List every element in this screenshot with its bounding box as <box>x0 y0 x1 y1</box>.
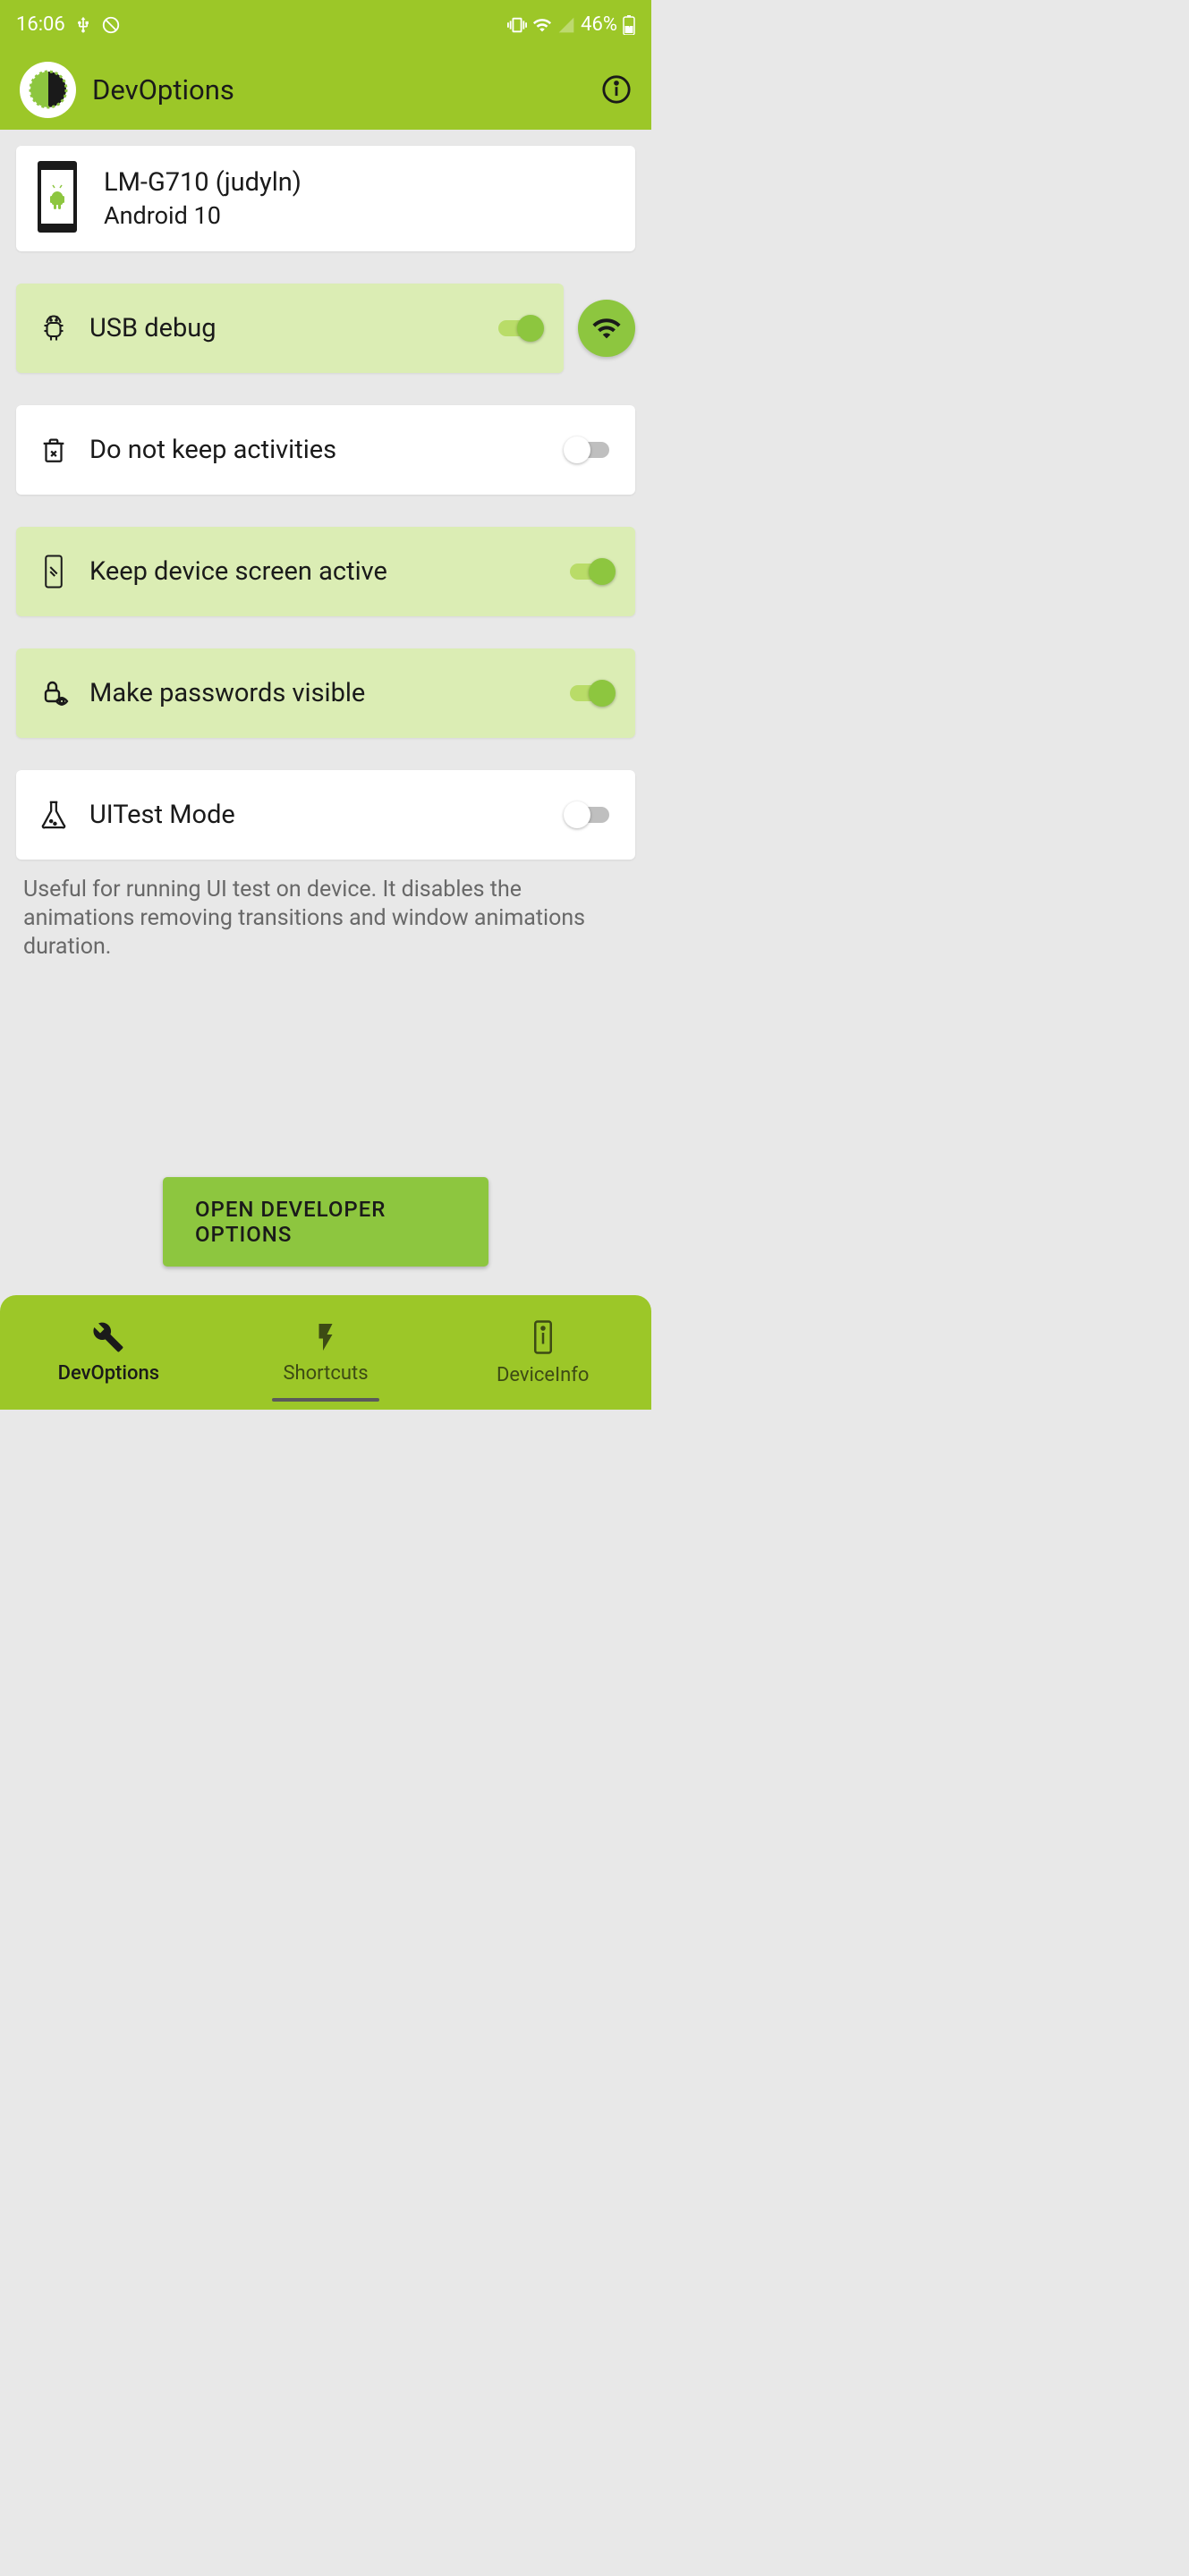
wrench-icon <box>92 1321 124 1357</box>
setting-label: USB debug <box>89 313 492 343</box>
gesture-handle[interactable] <box>272 1398 379 1402</box>
nav-device-info[interactable]: DeviceInfo <box>434 1295 651 1410</box>
status-time: 16:06 <box>16 13 65 36</box>
device-model: LM-G710 (judyln) <box>104 167 301 198</box>
setting-show-passwords[interactable]: Make passwords visible <box>16 648 635 738</box>
device-card[interactable]: LM-G710 (judyln) Android 10 <box>16 146 635 251</box>
nav-label: Shortcuts <box>283 1362 368 1385</box>
dnd-icon <box>101 15 121 35</box>
phone-screen-icon <box>36 554 72 589</box>
setting-label: Do not keep activities <box>89 435 564 465</box>
app-logo-icon <box>20 62 76 118</box>
toggle-usb-debug[interactable] <box>492 315 544 342</box>
setting-no-keep-activities[interactable]: Do not keep activities <box>16 405 635 495</box>
uitest-help-text: Useful for running UI test on device. It… <box>16 876 635 962</box>
usb-icon <box>74 16 92 34</box>
battery-percent: 46% <box>581 13 617 36</box>
wifi-adb-button[interactable] <box>578 300 635 357</box>
wifi-status-icon <box>532 15 552 35</box>
open-developer-options-button[interactable]: OPEN DEVELOPER OPTIONS <box>163 1177 488 1267</box>
nav-shortcuts[interactable]: Shortcuts <box>217 1295 435 1410</box>
lock-eye-icon <box>36 677 72 709</box>
app-bar: DevOptions <box>0 49 651 130</box>
nav-dev-options[interactable]: DevOptions <box>0 1295 217 1410</box>
device-android-version: Android 10 <box>104 201 301 230</box>
android-debug-icon <box>36 312 72 344</box>
info-button[interactable] <box>601 74 632 105</box>
flask-icon <box>36 798 72 832</box>
nav-label: DeviceInfo <box>497 1364 589 1386</box>
setting-label: Keep device screen active <box>89 556 564 587</box>
bottom-nav: DevOptions Shortcuts DeviceInfo <box>0 1295 651 1410</box>
vibrate-icon <box>507 15 527 35</box>
setting-label: UITest Mode <box>89 800 564 830</box>
signal-icon <box>557 16 575 34</box>
setting-uitest-mode[interactable]: UITest Mode <box>16 770 635 860</box>
setting-usb-debug[interactable]: USB debug <box>16 284 564 373</box>
toggle-show-passwords[interactable] <box>564 680 616 707</box>
nav-label: DevOptions <box>58 1362 159 1385</box>
toggle-uitest-mode[interactable] <box>564 801 616 828</box>
app-title: DevOptions <box>92 73 601 106</box>
device-info-icon <box>530 1319 556 1359</box>
trash-icon <box>36 435 72 465</box>
bolt-icon <box>310 1321 342 1357</box>
status-bar: 16:06 46% <box>0 0 651 49</box>
battery-icon <box>623 15 635 35</box>
toggle-no-keep-activities[interactable] <box>564 436 616 463</box>
device-phone-icon <box>36 161 84 236</box>
toggle-keep-screen-active[interactable] <box>564 558 616 585</box>
setting-keep-screen-active[interactable]: Keep device screen active <box>16 527 635 616</box>
setting-label: Make passwords visible <box>89 678 564 708</box>
